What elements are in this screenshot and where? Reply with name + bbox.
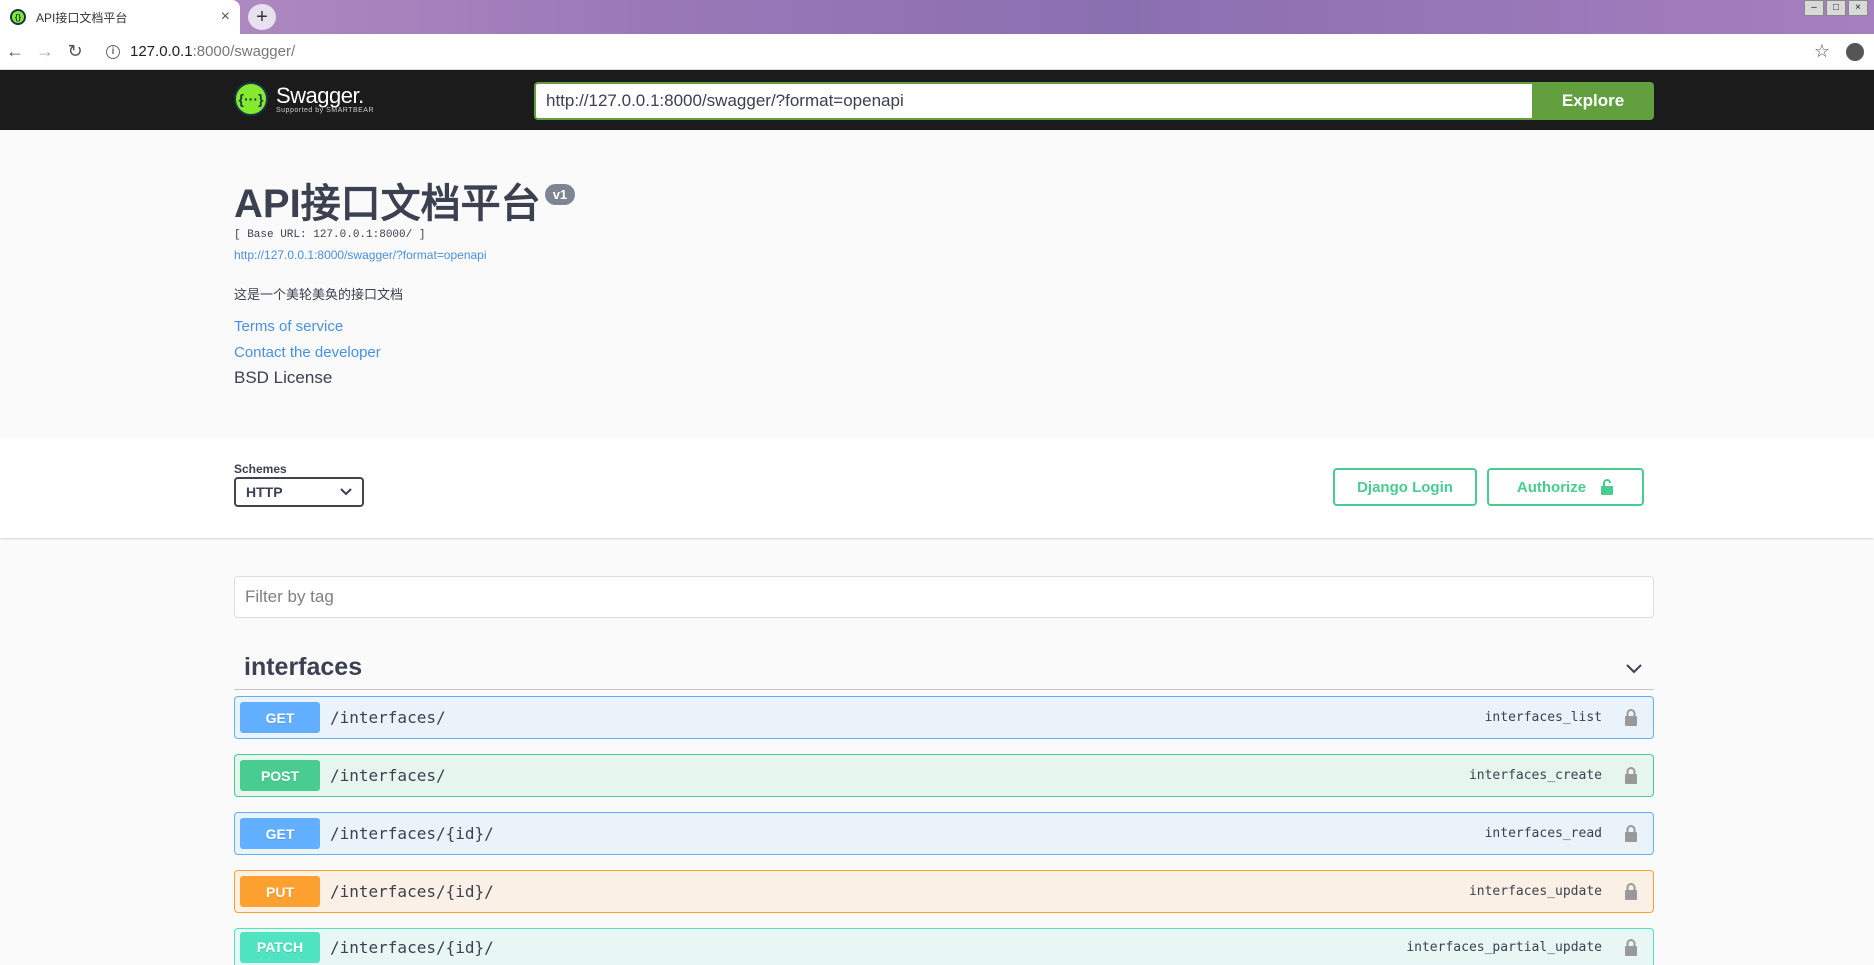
- spec-link[interactable]: http://127.0.0.1:8000/swagger/?format=op…: [234, 248, 487, 262]
- base-url: [ Base URL: 127.0.0.1:8000/ ]: [234, 229, 426, 241]
- op-path: /interfaces/{id}/: [330, 937, 494, 957]
- browser-toolbar: ← → ↻ i 127.0.0.1:8000/swagger/ ☆: [0, 34, 1874, 70]
- opblock-post-interfaces-create[interactable]: POST /interfaces/ interfaces_create: [234, 754, 1654, 797]
- chevron-down-icon[interactable]: [1624, 658, 1644, 678]
- explore-button[interactable]: Explore: [1532, 82, 1654, 120]
- profile-avatar-icon[interactable]: [1846, 42, 1864, 61]
- swagger-topbar: {···} Swagger. Supported by SMARTBEAR Ex…: [0, 70, 1874, 130]
- bookmark-star-icon[interactable]: ☆: [1814, 41, 1830, 62]
- url-path: :8000/swagger/: [192, 43, 296, 60]
- authorize-label: Authorize: [1516, 478, 1587, 496]
- django-login-button[interactable]: Django Login: [1333, 468, 1477, 506]
- method-badge: GET: [240, 702, 320, 733]
- reload-icon[interactable]: ↻: [60, 41, 90, 62]
- maximize-icon[interactable]: □: [1826, 0, 1846, 16]
- window-close-icon[interactable]: ×: [1848, 0, 1868, 16]
- logo-name: Swagger.: [276, 82, 364, 108]
- op-path: /interfaces/: [330, 766, 446, 785]
- logo-sub: Supported by SMARTBEAR: [276, 106, 375, 114]
- schemes-label: Schemes: [234, 462, 287, 476]
- license-text: BSD License: [234, 368, 333, 387]
- method-badge: GET: [240, 818, 320, 849]
- title-row: API接口文档平台 v1: [234, 182, 576, 226]
- site-info-icon[interactable]: i: [106, 44, 120, 59]
- tag-header-interfaces[interactable]: interfaces: [234, 646, 1654, 690]
- op-path: /interfaces/: [330, 708, 446, 727]
- new-tab-button[interactable]: +: [248, 4, 276, 30]
- method-badge: PUT: [240, 876, 320, 907]
- op-id: interfaces_create: [1468, 768, 1602, 783]
- opblock-patch-interfaces-partial-update[interactable]: PATCH /interfaces/{id}/ interfaces_parti…: [234, 928, 1654, 965]
- browser-tab[interactable]: {} API接口文档平台 ×: [0, 0, 240, 34]
- url-host: 127.0.0.1: [130, 43, 193, 60]
- window-controls: – □ ×: [1804, 0, 1868, 16]
- address-bar[interactable]: i 127.0.0.1:8000/swagger/: [106, 38, 295, 66]
- unlocked-icon: [1601, 479, 1614, 495]
- lock-icon[interactable]: [1624, 709, 1638, 726]
- op-id: interfaces_partial_update: [1406, 939, 1602, 955]
- opblock-get-interfaces-read[interactable]: GET /interfaces/{id}/ interfaces_read: [234, 812, 1654, 855]
- op-path: /interfaces/{id}/: [330, 882, 494, 901]
- tab-title: API接口文档平台: [36, 10, 128, 25]
- spec-url-input[interactable]: [534, 82, 1532, 120]
- page-title: API接口文档平台: [234, 182, 541, 226]
- opblock-put-interfaces-update[interactable]: PUT /interfaces/{id}/ interfaces_update: [234, 870, 1654, 913]
- filter-by-tag-input[interactable]: Filter by tag: [234, 576, 1654, 618]
- tag-name: interfaces: [244, 653, 363, 681]
- swagger-favicon-icon: {}: [10, 9, 26, 25]
- lock-icon[interactable]: [1624, 767, 1638, 784]
- schemes-selected: HTTP: [246, 484, 283, 500]
- method-badge: PATCH: [240, 931, 320, 963]
- contact-developer-link[interactable]: Contact the developer: [234, 344, 381, 361]
- scheme-container: Schemes HTTP Django Login Authorize: [0, 438, 1874, 538]
- address-url[interactable]: 127.0.0.1:8000/swagger/: [130, 43, 295, 60]
- lock-icon[interactable]: [1624, 938, 1638, 956]
- browser-tabstrip: {} API接口文档平台 × + – □ ×: [0, 0, 1874, 34]
- forward-arrow-icon[interactable]: →: [30, 41, 60, 62]
- chevron-down-icon: [340, 488, 352, 496]
- op-id: interfaces_update: [1468, 884, 1602, 899]
- api-description: 这是一个美轮美奂的接口文档: [234, 287, 404, 302]
- lock-icon[interactable]: [1624, 825, 1638, 842]
- op-id: interfaces_list: [1484, 710, 1602, 725]
- tab-close-icon[interactable]: ×: [221, 8, 230, 26]
- terms-of-service-link[interactable]: Terms of service: [234, 318, 343, 335]
- swagger-logo-icon: {···}: [234, 82, 268, 116]
- authorize-button[interactable]: Authorize: [1487, 468, 1644, 506]
- download-url-wrapper: Explore: [534, 82, 1654, 120]
- op-id: interfaces_read: [1484, 826, 1602, 841]
- lock-icon[interactable]: [1624, 883, 1638, 900]
- method-badge: POST: [240, 760, 320, 791]
- filter-placeholder: Filter by tag: [245, 587, 334, 606]
- minimize-icon[interactable]: –: [1804, 0, 1824, 16]
- op-path: /interfaces/{id}/: [330, 824, 494, 843]
- version-badge: v1: [544, 184, 576, 205]
- schemes-select[interactable]: HTTP: [234, 477, 364, 507]
- swagger-logo[interactable]: {···} Swagger. Supported by SMARTBEAR: [234, 82, 374, 116]
- back-arrow-icon[interactable]: ←: [0, 41, 30, 62]
- opblock-get-interfaces-list[interactable]: GET /interfaces/ interfaces_list: [234, 696, 1654, 739]
